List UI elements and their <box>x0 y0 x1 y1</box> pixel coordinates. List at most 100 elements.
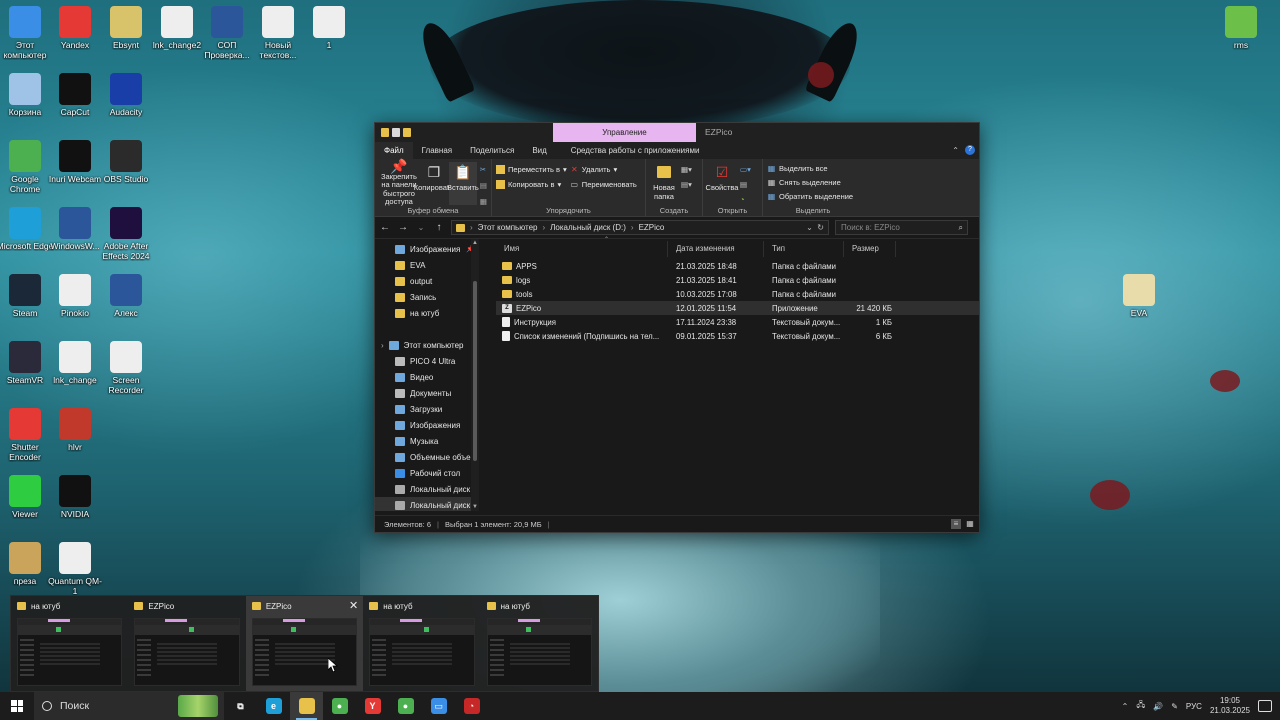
column-name[interactable]: Имя <box>496 241 668 257</box>
desktop-shortcut[interactable]: Ebsynt <box>97 6 155 50</box>
desktop-shortcut[interactable]: rms <box>1212 6 1270 50</box>
recent-chevron-icon[interactable]: ⌄ <box>415 223 427 232</box>
nav-item[interactable]: Объемные объекты <box>375 449 479 465</box>
copy-to-button[interactable]: Копировать в ▾ <box>496 177 567 192</box>
select-none-button[interactable]: ▦ Снять выделение <box>767 176 853 190</box>
taskbar-app[interactable]: ◔ <box>455 692 488 720</box>
scroll-up-icon[interactable]: ▲ <box>472 240 478 246</box>
close-icon[interactable]: ✕ <box>349 599 358 612</box>
desktop-shortcut[interactable]: Алекс <box>97 274 155 318</box>
window-thumbnail[interactable]: на ютуб <box>363 596 480 691</box>
open-icon[interactable]: ▭▾ <box>740 162 751 177</box>
tab-view[interactable]: Вид <box>523 142 555 159</box>
window-thumbnail[interactable]: на ютуб <box>11 596 128 691</box>
refresh-icon[interactable]: ⌄ ↻ <box>806 223 824 232</box>
column-type[interactable]: Тип <box>764 241 844 257</box>
back-arrow-icon[interactable]: ← <box>379 222 391 233</box>
nav-item[interactable]: Видео <box>375 369 479 385</box>
large-icons-view-icon[interactable]: ▦ <box>965 519 975 529</box>
file-explorer-window[interactable]: Управление EZPico Файл Главная Поделитьс… <box>374 122 980 533</box>
address-input[interactable]: › Этот компьютер › Локальный диск (D:) ›… <box>451 220 829 235</box>
easy-access-icon[interactable]: ▤▾ <box>681 177 692 192</box>
nav-item[interactable]: Локальный диск (C:) <box>375 481 479 497</box>
nav-item[interactable]: PICO 4 Ultra <box>375 353 479 369</box>
network-icon[interactable]: 🖧 <box>1136 699 1145 713</box>
taskbar-app[interactable]: ● <box>389 692 422 720</box>
select-all-button[interactable]: ▦ Выделить все <box>767 162 853 176</box>
copy-button[interactable]: ❐ Копировать <box>414 162 454 205</box>
paste-button[interactable]: 📋 Вставить <box>447 162 479 205</box>
taskbar-app[interactable]: e <box>257 692 290 720</box>
desktop-shortcut[interactable]: Audacity <box>97 73 155 117</box>
title-bar[interactable]: Управление EZPico <box>375 123 979 142</box>
desktop-shortcut[interactable]: Pinokio <box>46 274 104 318</box>
invert-selection-button[interactable]: ▦ Обратить выделение <box>767 190 853 204</box>
desktop-shortcut[interactable]: 1 <box>300 6 358 50</box>
desktop-shortcut[interactable]: Новый текстов... <box>249 6 307 60</box>
breadcrumb-this-pc[interactable]: Этот компьютер <box>478 223 538 232</box>
desktop-shortcut[interactable]: WindowsW... <box>46 207 104 251</box>
nav-scrollbar[interactable]: ▲ ▼ <box>471 239 479 511</box>
column-date[interactable]: Дата изменения <box>668 241 764 257</box>
language-indicator[interactable]: РУС <box>1186 702 1202 711</box>
tab-manage[interactable]: Управление <box>553 123 696 142</box>
new-folder-icon[interactable] <box>403 128 411 137</box>
search-input[interactable]: Поиск в: EZPico ⌕ <box>835 220 968 235</box>
nav-item[interactable]: на ютуб <box>375 305 479 321</box>
nav-item[interactable]: output <box>375 273 479 289</box>
new-folder-button[interactable]: Новая папка <box>650 162 678 205</box>
nav-item[interactable]: Изображения <box>375 417 479 433</box>
desktop-shortcut[interactable]: Inuri Webcam <box>46 140 104 184</box>
scroll-thumb[interactable] <box>473 281 477 461</box>
file-row[interactable]: Z EZPico 12.01.2025 11:54 Приложение 21 420 … <box>496 301 979 315</box>
column-size[interactable]: Размер <box>844 241 896 257</box>
new-item-icon[interactable]: ▦▾ <box>681 162 692 177</box>
tab-home[interactable]: Главная <box>413 142 461 159</box>
desktop-shortcut[interactable]: lnk_change <box>46 341 104 385</box>
desktop-shortcut[interactable]: OBS Studio <box>97 140 155 184</box>
forward-arrow-icon[interactable]: → <box>397 222 409 233</box>
navigation-pane[interactable]: Изображения📌 EVA output Запись на ютуб › Этот … <box>375 239 479 511</box>
tab-share[interactable]: Поделиться <box>461 142 523 159</box>
chevron-up-icon[interactable]: ⌃ <box>952 146 959 155</box>
move-to-button[interactable]: Переместить в ▾ <box>496 162 567 177</box>
properties-icon[interactable] <box>392 128 400 137</box>
details-view-icon[interactable]: ≡ <box>951 519 961 529</box>
file-row[interactable]: logs 21.03.2025 18:41 Папка с файлами <box>496 273 979 287</box>
up-arrow-icon[interactable]: ↑ <box>433 222 445 233</box>
cut-icon[interactable]: ✂ <box>480 162 487 177</box>
desktop-shortcut[interactable]: Screen Recorder <box>97 341 155 395</box>
nav-item[interactable]: EVA <box>375 257 479 273</box>
nav-item[interactable]: Документы <box>375 385 479 401</box>
nav-item[interactable]: Рабочий стол <box>375 465 479 481</box>
file-row[interactable]: Список изменений (Подпишись на тел... 09.… <box>496 329 979 343</box>
expand-chevron-icon[interactable]: › <box>381 341 384 350</box>
window-thumbnail[interactable]: на ютуб <box>481 596 598 691</box>
tab-app-tools[interactable]: Средства работы с приложениями <box>562 142 709 159</box>
tab-file[interactable]: Файл <box>375 142 413 159</box>
nav-item[interactable]: › Этот компьютер <box>375 337 479 353</box>
file-row[interactable]: APPS 21.03.2025 18:48 Папка с файлами <box>496 259 979 273</box>
window-thumbnail[interactable]: EZPico <box>128 596 245 691</box>
taskbar-app[interactable]: ⧉ <box>224 692 257 720</box>
file-row[interactable]: Инструкция 17.11.2024 23:38 Текстовый доку… <box>496 315 979 329</box>
breadcrumb-ezpico[interactable]: EZPico <box>639 223 665 232</box>
rename-button[interactable]: ▭ Переименовать <box>570 177 637 192</box>
volume-icon[interactable]: 🔊 <box>1153 702 1163 711</box>
window-thumbnail[interactable]: EZPico ✕ <box>245 596 364 691</box>
pen-icon[interactable]: ✎ <box>1171 702 1178 711</box>
desktop-shortcut[interactable]: NVIDIA <box>46 475 104 519</box>
desktop-shortcut[interactable]: Quantum QM-1 <box>46 542 104 596</box>
notifications-icon[interactable] <box>1258 700 1272 712</box>
delete-button[interactable]: ✕ Удалить ▾ <box>570 162 637 177</box>
properties-button[interactable]: ☑ Свойства <box>706 162 739 205</box>
quick-access-toolbar[interactable] <box>375 128 411 137</box>
file-row[interactable]: tools 10.03.2025 17:08 Папка с файлами <box>496 287 979 301</box>
history-icon[interactable]: ◔ <box>740 192 751 207</box>
breadcrumb-drive-d[interactable]: Локальный диск (D:) <box>550 223 626 232</box>
taskbar-app[interactable]: Y <box>356 692 389 720</box>
nav-item[interactable]: Музыка <box>375 433 479 449</box>
help-icon[interactable]: ? <box>965 145 975 155</box>
start-button[interactable] <box>0 692 34 720</box>
edit-icon[interactable]: ▤ <box>740 177 751 192</box>
